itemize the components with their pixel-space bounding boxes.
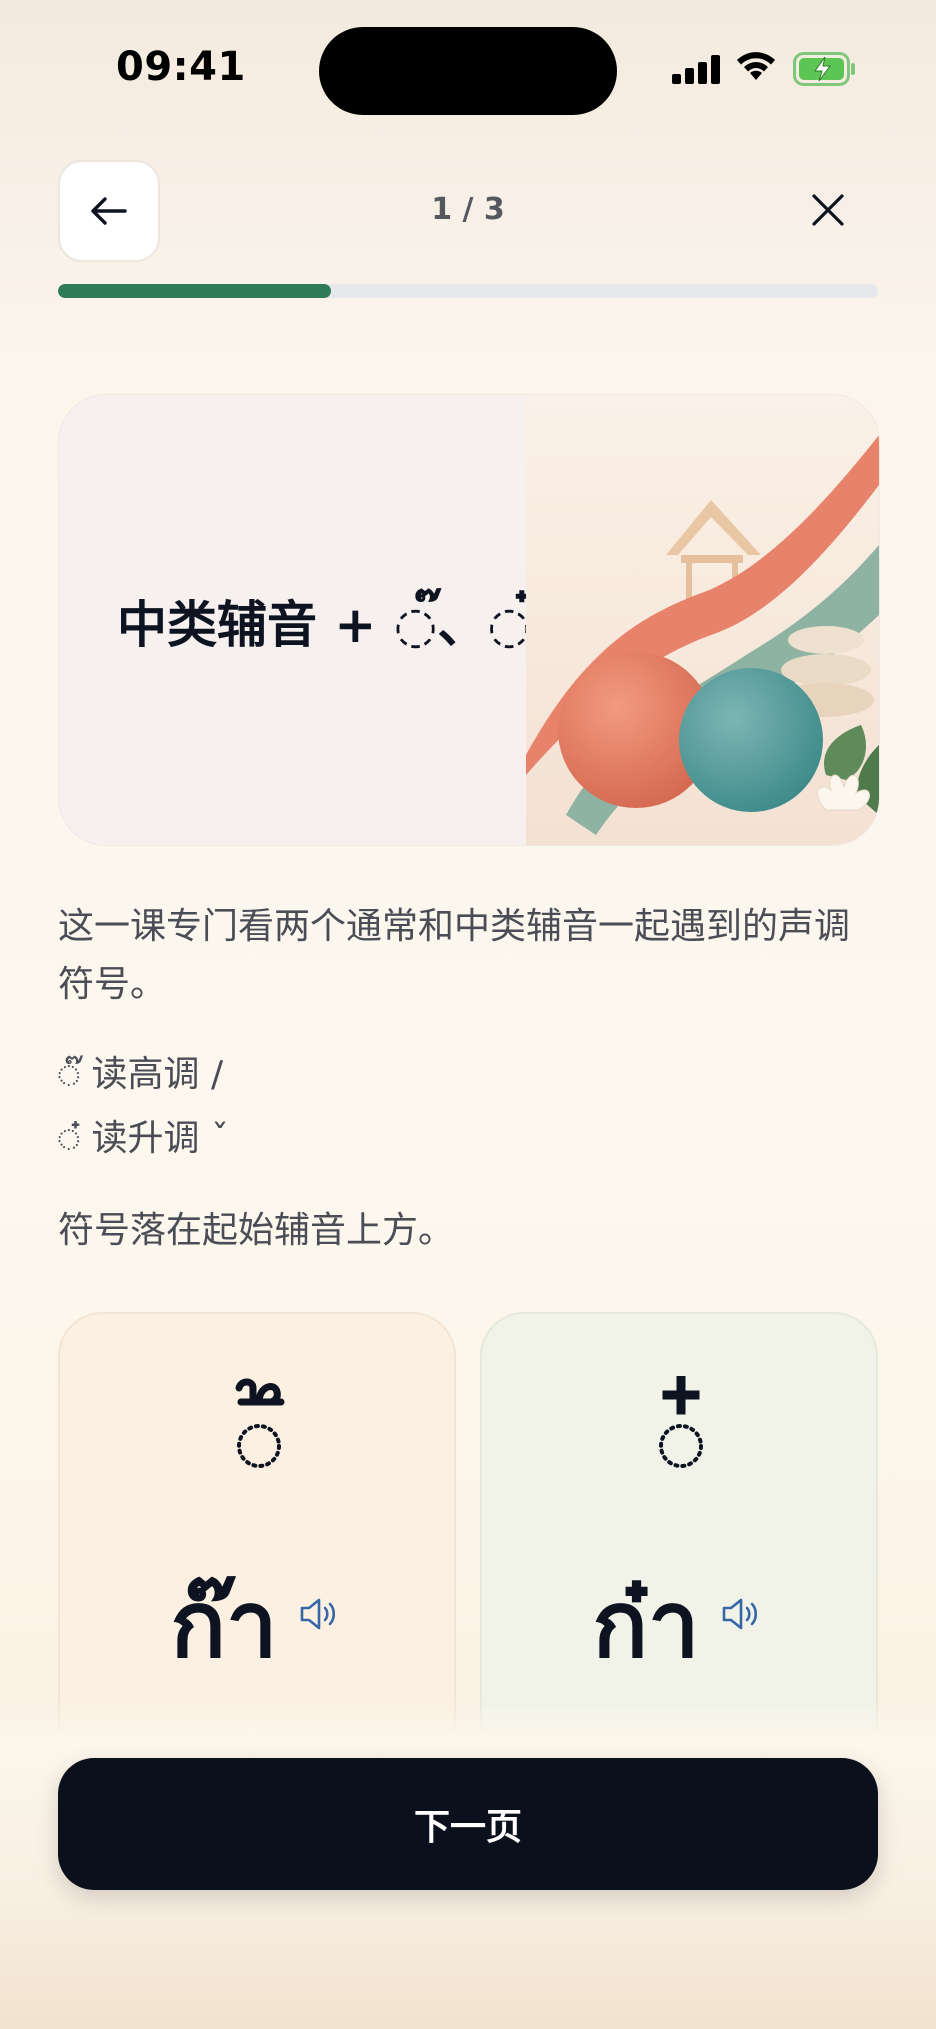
lesson-intro-text: 这一课专门看两个通常和中类辅音一起遇到的声调符号。 — [58, 906, 851, 1005]
rule-high-tone: ◌๊ 读高调 / — [58, 1046, 878, 1104]
status-bar: 09:41 — [0, 0, 936, 140]
example-word-rising-tone: ก๋า — [592, 1571, 700, 1678]
wifi-icon — [737, 52, 775, 80]
cellular-signal-icon — [672, 54, 722, 84]
close-button[interactable] — [800, 182, 856, 238]
status-time: 09:41 — [116, 44, 246, 90]
lesson-outro-text: 符号落在起始辅音上方。 — [58, 1210, 455, 1251]
next-page-button[interactable]: 下一页 — [58, 1758, 878, 1890]
mai-tri-mark: ◌๊ — [58, 1054, 81, 1095]
lesson-header: 1 / 3 — [0, 160, 936, 264]
lesson-title: 中类辅音 + ◌๊、◌๋ — [117, 596, 531, 654]
battery-charging-icon — [793, 52, 855, 86]
example-card-rising-tone: ก๋า — [480, 1312, 878, 1732]
progress-counter: 1 / 3 — [431, 192, 505, 227]
lesson-hero-card: 中类辅音 + ◌๊、◌๋ — [58, 394, 880, 846]
example-card-high-tone: ก๊า — [58, 1312, 456, 1732]
mai-tri-symbol-icon — [235, 1378, 285, 1468]
speaker-icon[interactable] — [296, 1592, 340, 1636]
lesson-progress-fill — [58, 284, 332, 298]
dynamic-island — [319, 27, 617, 115]
close-icon — [812, 194, 844, 226]
mai-chattawa-mark: ◌๋ — [58, 1118, 81, 1159]
lesson-progress-bar — [58, 284, 878, 298]
rule-high-tone-text: 读高调 / — [80, 1054, 224, 1095]
rule-rising-tone: ◌๋ 读升调 ˇ — [58, 1110, 878, 1168]
example-word-high-tone: ก๊า — [170, 1571, 278, 1678]
rule-rising-tone-text: 读升调 ˇ — [80, 1118, 229, 1159]
mai-chattawa-symbol-icon — [659, 1376, 703, 1468]
hero-illustration — [526, 395, 879, 845]
speaker-icon[interactable] — [718, 1592, 762, 1636]
